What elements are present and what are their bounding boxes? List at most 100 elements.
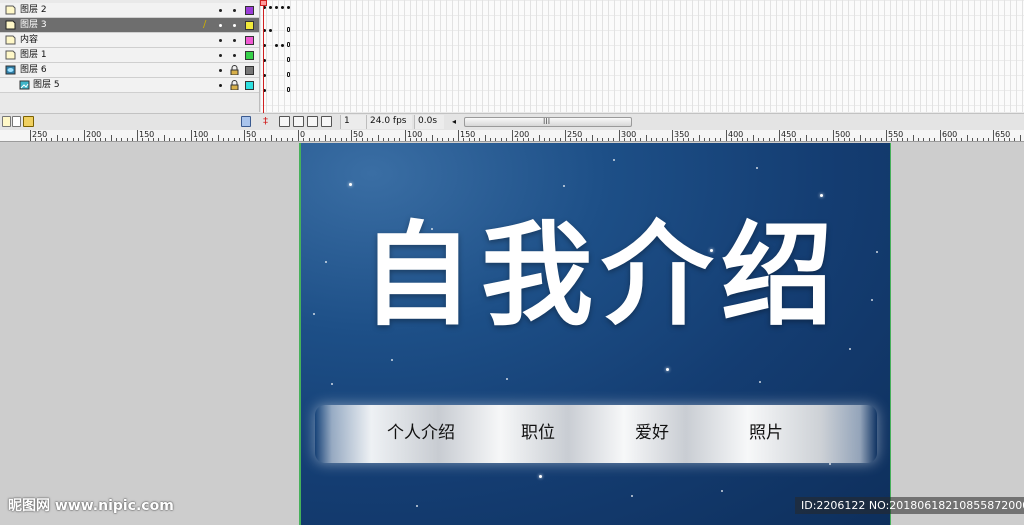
edit-multiple-frames-icon[interactable] [307, 116, 318, 127]
padlock-icon[interactable] [230, 65, 239, 75]
star [756, 167, 758, 169]
ruler-minor-tick [699, 135, 700, 141]
visibility-toggle[interactable] [219, 24, 222, 27]
add-motion-guide-icon[interactable] [12, 116, 21, 127]
keyframe[interactable] [275, 44, 278, 47]
scroll-left-arrow[interactable]: ◂ [452, 116, 461, 127]
layer-color-swatch[interactable] [245, 66, 254, 75]
delete-layer-icon[interactable] [241, 116, 251, 127]
ruler-minor-tick [95, 138, 96, 141]
keyframe[interactable] [287, 6, 290, 9]
star [721, 490, 723, 492]
new-folder-icon[interactable] [23, 116, 34, 127]
onion-skin-icon[interactable] [279, 116, 290, 127]
lock-toggle[interactable] [233, 9, 236, 12]
padlock-icon[interactable] [230, 80, 239, 90]
ruler-minor-tick [774, 138, 775, 141]
layer-row[interactable]: 图层 6 [0, 63, 259, 78]
ruler-minor-tick [410, 138, 411, 141]
mask-layer-icon [5, 65, 16, 75]
star [849, 348, 851, 350]
star [325, 261, 327, 263]
star [829, 463, 831, 465]
end-frame[interactable] [287, 72, 290, 77]
ruler-minor-tick [753, 135, 754, 141]
center-frame-icon[interactable]: ‡ [263, 116, 271, 127]
ruler-minor-tick [967, 135, 968, 141]
visibility-toggle[interactable] [219, 39, 222, 42]
ruler-minor-tick [202, 138, 203, 141]
keyframe[interactable] [269, 29, 272, 32]
ruler-minor-tick [876, 138, 877, 141]
ruler-minor-tick [662, 138, 663, 141]
ruler-minor-tick [255, 138, 256, 141]
layer-color-swatch[interactable] [245, 21, 254, 30]
ruler-minor-tick [303, 138, 304, 141]
visibility-toggle[interactable] [219, 69, 222, 72]
layer-row[interactable]: 内容 [0, 33, 259, 48]
ruler-minor-tick [763, 138, 764, 141]
star [349, 183, 352, 186]
ruler-minor-tick [693, 138, 694, 141]
layer-icon [5, 35, 16, 45]
ruler-minor-tick [57, 135, 58, 141]
playhead-line[interactable] [263, 0, 264, 128]
layer-name: 图层 1 [20, 50, 47, 60]
layer-row[interactable]: 图层 1 [0, 48, 259, 63]
ruler-major-tick [30, 130, 31, 141]
onion-skin-outlines-icon[interactable] [293, 116, 304, 127]
ruler-minor-tick [897, 138, 898, 141]
layer-color-swatch[interactable] [245, 81, 254, 90]
end-frame[interactable] [287, 57, 290, 62]
layer-color-swatch[interactable] [245, 51, 254, 60]
layer-row[interactable]: 图层 2 [0, 3, 259, 18]
modify-onion-markers-icon[interactable] [321, 116, 332, 127]
ruler-minor-tick [416, 138, 417, 141]
ruler-minor-tick [913, 135, 914, 141]
layer-row-selected[interactable]: 图层 3 / [0, 18, 259, 33]
lock-toggle[interactable] [233, 39, 236, 42]
visibility-toggle[interactable] [219, 54, 222, 57]
ruler-minor-tick [602, 138, 603, 141]
ruler-minor-tick [164, 135, 165, 141]
playhead-handle[interactable] [260, 0, 267, 6]
ruler-minor-tick [528, 138, 529, 141]
nav-item-photos[interactable]: 照片 [749, 423, 783, 443]
ruler-minor-tick [870, 138, 871, 141]
ruler-minor-tick [362, 138, 363, 141]
layer-name: 图层 3 [20, 20, 47, 30]
frame-grid[interactable] [259, 0, 1024, 112]
layer-name: 内容 [20, 35, 39, 45]
nav-item-intro[interactable]: 个人介绍 [387, 423, 455, 443]
ruler-minor-tick [196, 138, 197, 141]
end-frame[interactable] [287, 27, 290, 32]
stage-canvas[interactable]: 自我介绍 个人介绍 职位 爱好 照片 [299, 143, 891, 525]
keyframe[interactable] [275, 6, 278, 9]
visibility-toggle[interactable] [219, 9, 222, 12]
new-layer-icon[interactable] [2, 116, 11, 127]
ruler-minor-tick [41, 138, 42, 141]
ruler-minor-tick [881, 138, 882, 141]
ruler-minor-tick [346, 138, 347, 141]
nav-bar: 个人介绍 职位 爱好 照片 [315, 405, 877, 463]
keyframe[interactable] [281, 6, 284, 9]
end-frame[interactable] [287, 87, 290, 92]
layer-icon [5, 50, 16, 60]
ruler-minor-tick [335, 138, 336, 141]
visibility-toggle[interactable] [219, 84, 222, 87]
ruler-minor-tick [314, 138, 315, 141]
layer-color-swatch[interactable] [245, 36, 254, 45]
star [613, 159, 615, 161]
keyframe[interactable] [281, 44, 284, 47]
nav-item-hobbies[interactable]: 爱好 [635, 423, 669, 443]
ruler-minor-tick [319, 138, 320, 141]
nav-item-position[interactable]: 职位 [521, 423, 555, 443]
lock-toggle[interactable] [233, 54, 236, 57]
layer-row[interactable]: 图层 5 [0, 78, 259, 93]
lock-toggle[interactable] [233, 24, 236, 27]
end-frame[interactable] [287, 42, 290, 47]
timeline-scrollbar[interactable]: III [464, 117, 632, 127]
ruler-major-tick [137, 130, 138, 141]
layer-color-swatch[interactable] [245, 6, 254, 15]
keyframe[interactable] [269, 6, 272, 9]
